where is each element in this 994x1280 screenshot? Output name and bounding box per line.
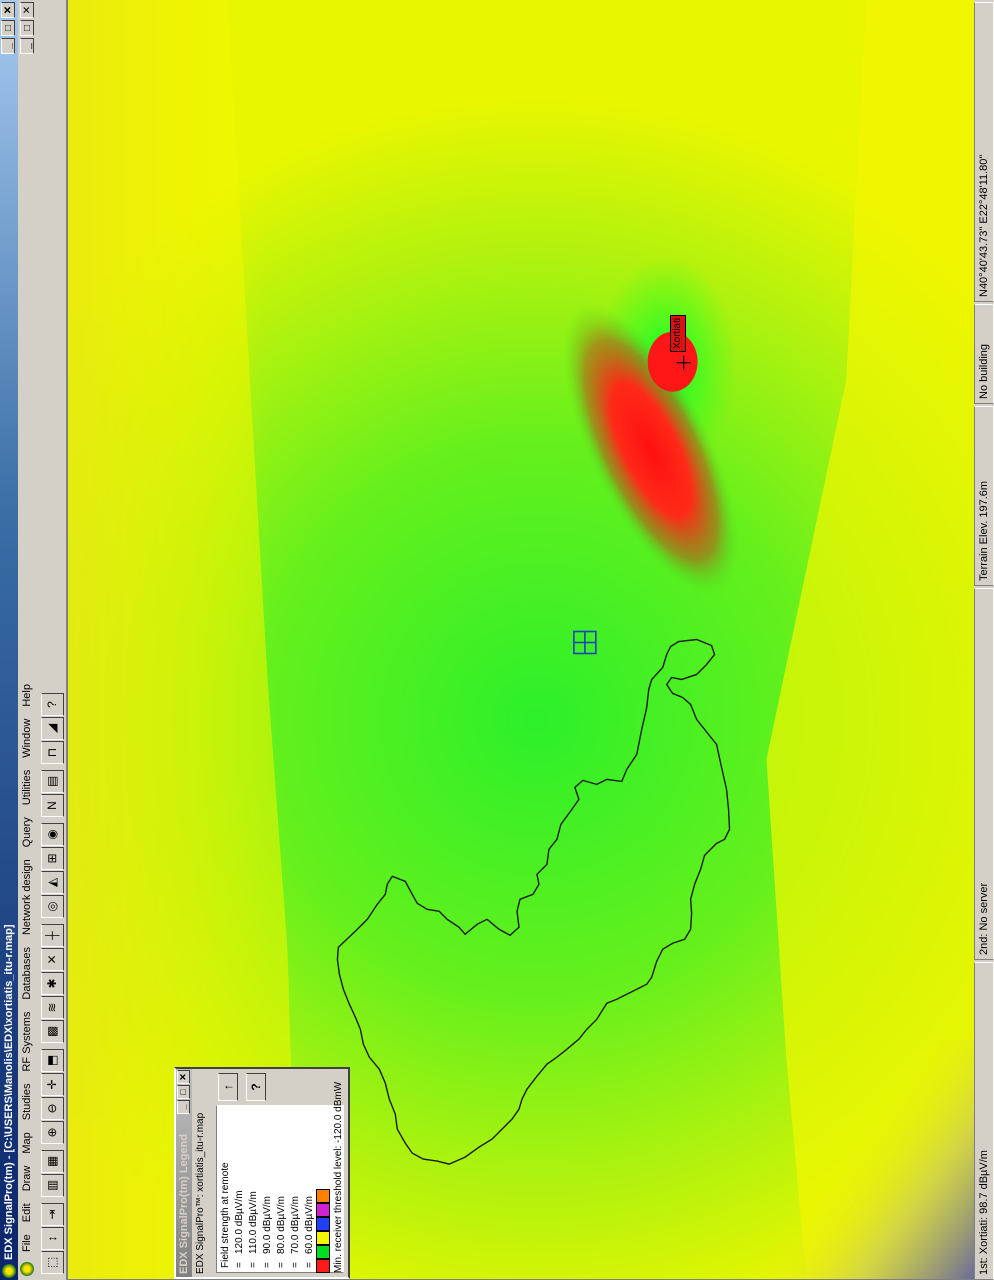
menu-window[interactable]: Window: [18, 713, 36, 764]
legend-close-button[interactable]: ✕: [177, 1070, 190, 1084]
legend-entry: =120.0 dBµV/m: [234, 1190, 245, 1268]
status-second-server: 2nd: No server: [974, 588, 994, 960]
legend-minimize-button[interactable]: _: [177, 1100, 190, 1114]
minimize-button[interactable]: _: [1, 38, 15, 54]
edit-object-button[interactable]: ⬒: [40, 1049, 64, 1072]
select-tool-button[interactable]: ⬚: [40, 1251, 64, 1274]
blue-corner: [706, 1039, 974, 1279]
transmitter-label[interactable]: Xortiati: [670, 314, 686, 352]
legend-swatch: [316, 1245, 330, 1259]
antenna-button[interactable]: ⊓: [40, 741, 64, 764]
title-bar[interactable]: EDX SignalPro(tm) - [C:\USERS\Manolis\ED…: [0, 0, 18, 1280]
map-view[interactable]: Xortiati EDX SignalPro(tm) Legend _ □ ✕ …: [66, 0, 974, 1280]
target-button[interactable]: ◎: [40, 895, 64, 918]
legend-swatches: [316, 1189, 330, 1273]
menu-bar: File Edit Draw Map Studies RF Systems Da…: [18, 0, 36, 1280]
toolbar: ⬚ ↕ ⇥ ▥ ▦ ⊕ ⊖ ✛ ⬒ ▩ ≋ ✱ ✕ ┼ ◎ ◭ ⊞ ◉ N ▤ ⊓ ◢?: [38, 0, 66, 1280]
status-coordinates: N40°40'43.73" E22°48'11.80": [974, 2, 994, 302]
application-window: EDX SignalPro(tm) - [C:\USERS\Manolis\ED…: [0, 0, 994, 1280]
help-button[interactable]: ?: [40, 693, 64, 716]
menu-map[interactable]: Map: [18, 1126, 36, 1159]
close-button[interactable]: ✕: [1, 2, 15, 18]
legend-window[interactable]: EDX SignalPro(tm) Legend _ □ ✕ EDX Signa…: [174, 1067, 350, 1279]
profile-button[interactable]: ◭: [40, 871, 64, 894]
ruler-button[interactable]: ┼: [40, 924, 64, 947]
legend-swatch: [316, 1259, 330, 1273]
coverage-study-button[interactable]: ▩: [40, 1020, 64, 1043]
map-layers-button[interactable]: ▥: [40, 1174, 64, 1197]
eraser-button[interactable]: ◢: [40, 717, 64, 740]
legend-entry: =70.0 dBµV/m: [290, 1195, 301, 1268]
legend-heading: Field strength at remote: [220, 1162, 231, 1268]
site-button[interactable]: ◉: [40, 823, 64, 846]
menu-draw[interactable]: Draw: [18, 1160, 36, 1198]
network-button[interactable]: ⊞: [40, 847, 64, 870]
legend-swatch: [316, 1217, 330, 1231]
new-link-button[interactable]: N: [40, 794, 64, 817]
menu-utilities[interactable]: Utilities: [18, 764, 36, 811]
legend-up-button[interactable]: ↑: [218, 1073, 238, 1101]
menu-file[interactable]: File: [18, 1228, 36, 1258]
layers-stack-button[interactable]: ≋: [40, 996, 64, 1019]
app-icon: [2, 1264, 16, 1278]
zoom-in-button[interactable]: ⊕: [40, 1121, 64, 1144]
mdi-minimize-button[interactable]: _: [20, 38, 34, 54]
cross-lines-button[interactable]: ✕: [40, 948, 64, 971]
legend-swatch: [316, 1203, 330, 1217]
legend-entry: =60.0 dBµV/m: [304, 1195, 315, 1268]
status-first-server: 1st: Xortiati: 98.7 dBµV/m: [974, 962, 994, 1280]
menu-studies[interactable]: Studies: [18, 1078, 36, 1127]
menu-help[interactable]: Help: [18, 678, 36, 713]
document-icon[interactable]: [20, 1262, 34, 1276]
move-tool-button[interactable]: ⇥: [40, 1203, 64, 1226]
legend-entry: =80.0 dBµV/m: [276, 1195, 287, 1268]
crosshair-button[interactable]: ✛: [40, 1073, 64, 1096]
legend-title-bar[interactable]: EDX SignalPro(tm) Legend _ □ ✕: [176, 1069, 192, 1277]
legend-threshold: Min. receiver threshold level: -120.0 dB…: [333, 1081, 344, 1273]
asterisk-button[interactable]: ✱: [40, 972, 64, 995]
status-bar: 1st: Xortiati: 98.7 dBµV/m 2nd: No serve…: [974, 0, 994, 1280]
menu-network-design[interactable]: Network design: [18, 853, 36, 941]
menu-databases[interactable]: Databases: [18, 941, 36, 1006]
legend-subtitle: EDX SignalPro™: xortiatis_itu-r.map: [195, 1112, 206, 1274]
mdi-restore-button[interactable]: □: [20, 20, 34, 36]
menu-rf-systems[interactable]: RF Systems: [18, 1006, 36, 1078]
legend-title: EDX SignalPro(tm) Legend: [178, 1134, 190, 1274]
legend-entry: =110.0 dBµV/m: [248, 1191, 259, 1268]
open-map-button[interactable]: ▦: [40, 1150, 64, 1173]
legend-swatch: [316, 1189, 330, 1203]
zoom-out-button[interactable]: ⊖: [40, 1097, 64, 1120]
window-title: EDX SignalPro(tm) - [C:\USERS\Manolis\ED…: [3, 924, 15, 1260]
menu-query[interactable]: Query: [18, 811, 36, 853]
status-terrain-elev: Terrain Elev. 197.6m: [974, 406, 994, 586]
mdi-close-button[interactable]: ✕: [20, 2, 34, 18]
legend-help-button[interactable]: ?: [246, 1073, 266, 1101]
pan-tool-button[interactable]: ↕: [40, 1227, 64, 1250]
menu-edit[interactable]: Edit: [18, 1197, 36, 1228]
status-building: No building: [974, 304, 994, 404]
legend-maximize-button[interactable]: □: [177, 1085, 190, 1099]
legend-swatch: [316, 1231, 330, 1245]
maximize-button[interactable]: □: [1, 20, 15, 36]
print-button[interactable]: ▤: [40, 770, 64, 793]
legend-entry: =90.0 dBµV/m: [262, 1195, 273, 1268]
